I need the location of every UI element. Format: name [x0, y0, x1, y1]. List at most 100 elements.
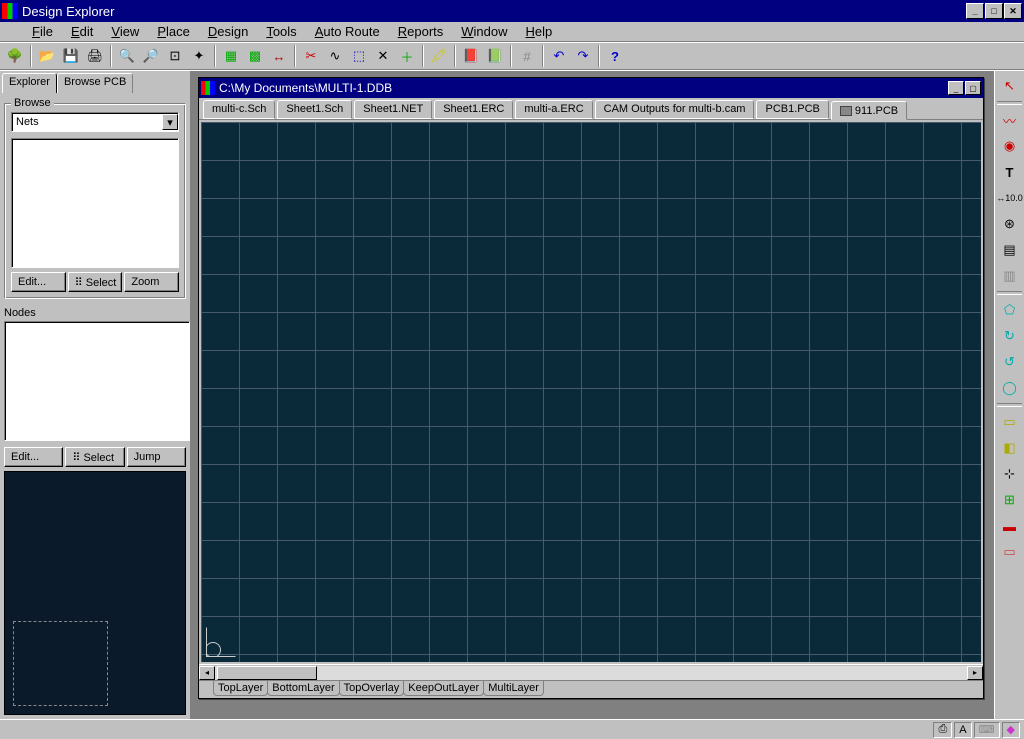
- tab-browse-pcb[interactable]: Browse PCB: [57, 73, 133, 93]
- horizontal-scrollbar[interactable]: ◂ ▸: [199, 664, 983, 680]
- scroll-track[interactable]: [215, 666, 967, 680]
- menu-autoroute[interactable]: Auto Route: [307, 22, 388, 41]
- wire-icon[interactable]: 〰: [999, 109, 1021, 131]
- array-icon[interactable]: ⊞: [999, 489, 1021, 511]
- zoom-fit-icon[interactable]: ⊡: [164, 45, 186, 67]
- plus-icon[interactable]: ＋: [396, 45, 418, 67]
- lib-close-icon[interactable]: 📗: [484, 45, 506, 67]
- layer-keepout[interactable]: KeepOutLayer: [403, 681, 484, 696]
- status-a[interactable]: A: [954, 722, 971, 738]
- arc-cw-icon[interactable]: ↻: [999, 325, 1021, 347]
- menu-design[interactable]: Design: [200, 22, 256, 41]
- tab-explorer[interactable]: Explorer: [2, 73, 57, 93]
- select-icon[interactable]: ▦: [220, 45, 242, 67]
- cross-probe-icon[interactable]: ✦: [188, 45, 210, 67]
- edit-button[interactable]: Edit...: [11, 272, 66, 292]
- menu-edit[interactable]: Edit: [63, 22, 101, 41]
- track-icon[interactable]: ∿: [324, 45, 346, 67]
- statusbar: ⎙ A ⌨ ◆: [0, 719, 1024, 739]
- tab-multi-c-sch[interactable]: multi-c.Sch: [203, 100, 275, 119]
- layer-topoverlay[interactable]: TopOverlay: [339, 681, 405, 696]
- scroll-thumb[interactable]: [217, 666, 317, 680]
- fill-icon[interactable]: ▥: [999, 265, 1021, 287]
- nets-listbox[interactable]: [11, 138, 179, 268]
- minimap[interactable]: [4, 471, 186, 715]
- highlight-icon[interactable]: 🖍: [428, 45, 450, 67]
- minimize-button[interactable]: _: [966, 3, 984, 19]
- tab-sheet1-erc[interactable]: Sheet1.ERC: [434, 100, 513, 119]
- layer-bottom[interactable]: BottomLayer: [267, 681, 339, 696]
- window-buttons: _ □ ✕: [965, 3, 1022, 19]
- select-node-button[interactable]: ⠿ Select: [65, 447, 124, 467]
- help-icon[interactable]: ?: [604, 45, 626, 67]
- dimension-icon[interactable]: ↔10.0: [999, 187, 1021, 209]
- tab-sheet1-net[interactable]: Sheet1.NET: [354, 100, 432, 119]
- status-book-icon[interactable]: ◆: [1002, 722, 1020, 738]
- print-icon[interactable]: 🖨: [84, 45, 106, 67]
- panel-tabs: Explorer Browse PCB: [2, 73, 188, 93]
- lib-open-icon[interactable]: 📕: [460, 45, 482, 67]
- spiral-icon[interactable]: ◯: [999, 377, 1021, 399]
- menu-reports[interactable]: Reports: [390, 22, 452, 41]
- menu-file[interactable]: File: [24, 22, 61, 41]
- marquee-icon[interactable]: ⬚: [348, 45, 370, 67]
- save-icon[interactable]: 💾: [60, 45, 82, 67]
- chevron-down-icon[interactable]: ▾: [162, 114, 178, 130]
- document-titlebar: C:\My Documents\MULTI-1.DDB _ ▢: [199, 78, 983, 98]
- open-icon[interactable]: 📂: [36, 45, 58, 67]
- zoom-in-icon[interactable]: 🔍: [116, 45, 138, 67]
- select-button[interactable]: ⠿ Select: [68, 272, 123, 292]
- cut-icon[interactable]: ✂: [300, 45, 322, 67]
- tab-cam-outputs[interactable]: CAM Outputs for multi-b.cam: [595, 100, 755, 119]
- document-title: C:\My Documents\MULTI-1.DDB: [219, 81, 947, 95]
- rect-icon[interactable]: ▤: [999, 239, 1021, 261]
- tab-sheet1-sch[interactable]: Sheet1.Sch: [277, 100, 352, 119]
- doc-minimize-button[interactable]: _: [948, 81, 964, 95]
- menu-tools[interactable]: Tools: [258, 22, 304, 41]
- app-title: Design Explorer: [22, 4, 965, 19]
- maximize-button[interactable]: □: [985, 3, 1003, 19]
- grid-icon[interactable]: #: [516, 45, 538, 67]
- status-print-icon[interactable]: ⎙: [933, 722, 952, 738]
- minimap-viewport: [13, 621, 108, 706]
- tab-multi-a-erc[interactable]: multi-a.ERC: [515, 100, 592, 119]
- zoom-out-icon[interactable]: 🔎: [140, 45, 162, 67]
- jump-button[interactable]: Jump: [127, 447, 186, 467]
- layer-tabs: TopLayer BottomLayer TopOverlay KeepOutL…: [199, 680, 983, 698]
- tab-911-pcb[interactable]: 911.PCB: [831, 101, 907, 120]
- menu-view[interactable]: View: [103, 22, 147, 41]
- status-keyboard-icon[interactable]: ⌨: [974, 722, 1000, 738]
- room-icon[interactable]: ▭: [999, 541, 1021, 563]
- poly-icon[interactable]: ⬠: [999, 299, 1021, 321]
- node-icon[interactable]: ✕: [372, 45, 394, 67]
- via-icon[interactable]: ⊛: [999, 213, 1021, 235]
- scroll-left-button[interactable]: ◂: [199, 666, 215, 680]
- pcb-canvas[interactable]: [201, 122, 981, 662]
- zoom-button[interactable]: Zoom: [124, 272, 179, 292]
- redo-icon[interactable]: ↷: [572, 45, 594, 67]
- menu-window[interactable]: Window: [453, 22, 515, 41]
- close-button[interactable]: ✕: [1004, 3, 1022, 19]
- text-icon[interactable]: T: [999, 161, 1021, 183]
- origin-icon[interactable]: ⊹: [999, 463, 1021, 485]
- move-icon[interactable]: ↔: [268, 45, 290, 67]
- string-icon[interactable]: ◧: [999, 437, 1021, 459]
- rect-fill-icon[interactable]: ▬: [999, 515, 1021, 537]
- pad-icon[interactable]: ◉: [999, 135, 1021, 157]
- nodes-listbox[interactable]: [4, 321, 190, 441]
- edit-node-button[interactable]: Edit...: [4, 447, 63, 467]
- select-area-icon[interactable]: ▩: [244, 45, 266, 67]
- component-icon[interactable]: ▭: [999, 411, 1021, 433]
- doc-maximize-button[interactable]: ▢: [965, 81, 981, 95]
- cursor-icon[interactable]: ↖: [999, 75, 1021, 97]
- arc-ccw-icon[interactable]: ↺: [999, 351, 1021, 373]
- layer-top[interactable]: TopLayer: [213, 681, 268, 696]
- undo-icon[interactable]: ↶: [548, 45, 570, 67]
- layer-multi[interactable]: MultiLayer: [483, 681, 544, 696]
- tab-pcb1[interactable]: PCB1.PCB: [756, 100, 828, 119]
- tree-icon[interactable]: 🌳: [4, 45, 26, 67]
- scroll-right-button[interactable]: ▸: [967, 666, 983, 680]
- menu-place[interactable]: Place: [149, 22, 198, 41]
- menu-help[interactable]: Help: [518, 22, 561, 41]
- browse-combo[interactable]: Nets ▾: [11, 112, 179, 132]
